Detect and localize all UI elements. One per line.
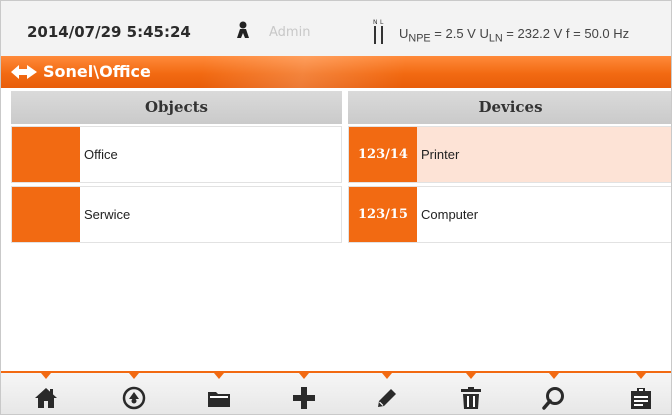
toolbar-notch bbox=[129, 373, 139, 379]
edit-button[interactable] bbox=[359, 373, 415, 414]
home-icon bbox=[35, 388, 57, 408]
folder-icon bbox=[208, 392, 230, 407]
object-label: Office bbox=[84, 147, 118, 162]
user-icon bbox=[237, 21, 249, 38]
svg-text:N: N bbox=[373, 19, 378, 26]
toolbar-notch bbox=[636, 373, 646, 379]
delete-button[interactable] bbox=[443, 373, 499, 414]
toolbar-notch bbox=[466, 373, 476, 379]
sonel-logo-icon bbox=[11, 65, 37, 79]
trash-icon bbox=[461, 387, 481, 409]
add-button[interactable] bbox=[276, 373, 332, 414]
app-window: 2014/07/29 5:45:24 Admin N L UNPE = 2.5 … bbox=[0, 0, 672, 415]
search-icon bbox=[542, 387, 564, 410]
devices-column-header: Devices bbox=[348, 91, 671, 124]
device-label: Computer bbox=[421, 207, 479, 222]
device-label: Printer bbox=[421, 147, 460, 162]
up-circle-icon bbox=[122, 386, 146, 410]
report-button[interactable] bbox=[613, 373, 669, 414]
up-button[interactable] bbox=[106, 373, 162, 414]
toolbar-notch bbox=[382, 373, 392, 379]
device-code: 123/15 bbox=[358, 207, 408, 222]
pencil-icon bbox=[378, 389, 396, 407]
toolbar-notch bbox=[41, 373, 51, 379]
readings-text: UNPE = 2.5 V ULN = 232.2 V f = 50.0 Hz bbox=[399, 26, 630, 45]
object-row-serwice[interactable]: Serwice bbox=[11, 186, 342, 243]
device-row-printer[interactable]: 123/14 Printer bbox=[348, 126, 671, 183]
plug-icon: N L bbox=[373, 19, 384, 44]
datetime: 2014/07/29 5:45:24 bbox=[27, 23, 191, 41]
object-row-office[interactable]: Office bbox=[11, 126, 342, 183]
user-name: Admin bbox=[269, 25, 311, 40]
object-marker bbox=[12, 127, 80, 182]
measurement-readings: UNPE = 2.5 V ULN = 232.2 V f = 50.0 Hz bbox=[399, 26, 629, 45]
folder-button[interactable] bbox=[191, 373, 247, 414]
clipboard-icon bbox=[631, 388, 651, 409]
toolbar-notch bbox=[299, 373, 309, 379]
device-row-computer[interactable]: 123/15 Computer bbox=[348, 186, 671, 243]
search-button[interactable] bbox=[526, 373, 582, 414]
object-marker bbox=[12, 187, 80, 242]
home-button[interactable] bbox=[18, 373, 74, 414]
plus-icon bbox=[293, 387, 315, 409]
toolbar-notch bbox=[214, 373, 224, 379]
objects-column-header: Objects bbox=[11, 91, 342, 124]
app-title: Sonel\Office bbox=[43, 62, 151, 81]
object-label: Serwice bbox=[84, 207, 131, 222]
toolbar-notch bbox=[549, 373, 559, 379]
device-code: 123/14 bbox=[358, 147, 408, 162]
svg-text:L: L bbox=[380, 19, 384, 26]
